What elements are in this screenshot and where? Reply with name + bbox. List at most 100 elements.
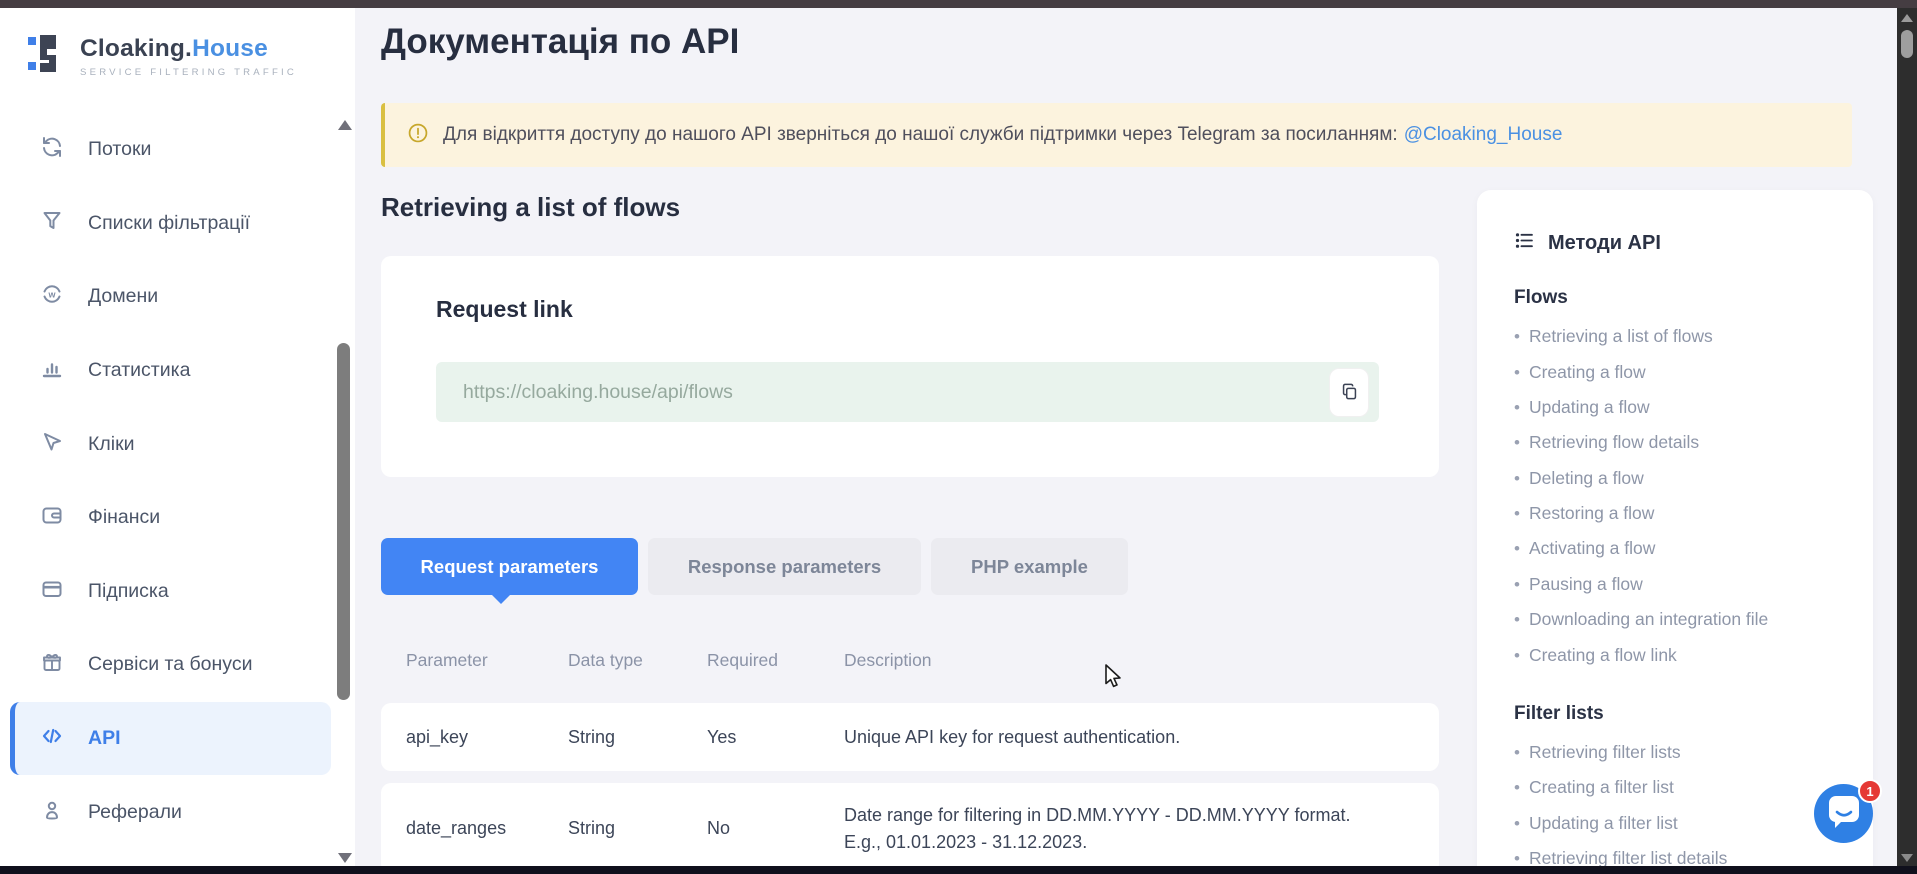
sidebar-item-subscription[interactable]: Підписка [10, 555, 331, 629]
page-scrollbar-thumb[interactable] [1901, 30, 1913, 58]
table-row: date_ranges String No Date range for fil… [381, 783, 1439, 874]
request-url: https://cloaking.house/api/flows [463, 381, 733, 404]
bullet: • [1514, 363, 1520, 383]
sidebar-item-domains[interactable]: w Домени [10, 260, 331, 334]
copy-icon [1340, 382, 1359, 404]
tab-php-example[interactable]: PHP example [931, 538, 1128, 595]
bullet: • [1514, 504, 1520, 524]
method-link[interactable]: •Downloading an integration file [1514, 602, 1853, 637]
gift-icon [40, 650, 64, 679]
sidebar-item-filter-lists[interactable]: Списки фільтрації [10, 187, 331, 261]
method-link[interactable]: •Creating a flow [1514, 354, 1853, 389]
wallet-icon [40, 503, 64, 532]
page-scrollbar[interactable] [1897, 8, 1917, 866]
sidebar-item-flows[interactable]: Потоки [10, 113, 331, 187]
col-required: Required [707, 650, 844, 671]
cell-data-type: String [568, 818, 707, 839]
table-header: Parameter Data type Required Description [381, 630, 1439, 690]
sidebar-nav: Потоки Списки фільтрації w Домени Статис… [0, 113, 355, 849]
bullet: • [1514, 778, 1520, 798]
sidebar-scrollbar-thumb[interactable] [337, 343, 350, 700]
method-link[interactable]: •Retrieving filter lists [1514, 735, 1853, 770]
bullet: • [1514, 575, 1520, 595]
credit-card-icon [40, 577, 64, 606]
svg-text:w: w [47, 290, 56, 300]
sidebar-item-label: Домени [88, 285, 158, 308]
bullet: • [1514, 610, 1520, 630]
sidebar-item-label: API [88, 727, 121, 750]
cursor-click-icon [40, 430, 64, 459]
chat-bubble-icon [1828, 795, 1860, 832]
app-window: Cloaking.House SERVICE FILTERING TRAFFIC… [0, 0, 1917, 874]
scroll-up-icon[interactable] [1901, 14, 1913, 22]
scroll-down-icon[interactable] [1901, 854, 1913, 862]
cell-parameter: api_key [406, 727, 568, 748]
method-link[interactable]: •Updating a flow [1514, 390, 1853, 425]
main-content: Документація по API Для відкриття доступ… [355, 8, 1897, 866]
method-link[interactable]: •Updating a filter list [1514, 806, 1853, 841]
methods-title: Методи API [1548, 232, 1661, 255]
bullet: • [1514, 539, 1520, 559]
logo-tagline: SERVICE FILTERING TRAFFIC [80, 67, 297, 78]
bullet: • [1514, 433, 1520, 453]
section-title: Retrieving a list of flows [381, 192, 680, 223]
bottom-edge [0, 866, 1917, 874]
cell-description: Date range for filtering in DD.MM.YYYY -… [844, 802, 1439, 854]
request-link-card: Request link https://cloaking.house/api/… [381, 256, 1439, 477]
warning-icon [407, 122, 429, 149]
code-icon [40, 724, 64, 753]
api-methods-panel: Методи API Flows •Retrieving a list of f… [1477, 190, 1873, 874]
bullet: • [1514, 646, 1520, 666]
logo-text: Cloaking.House SERVICE FILTERING TRAFFIC [80, 35, 297, 78]
table-row: api_key String Yes Unique API key for re… [381, 703, 1439, 771]
method-link[interactable]: •Retrieving a list of flows [1514, 319, 1853, 354]
method-link[interactable]: •Retrieving flow details [1514, 425, 1853, 460]
list-icon [1514, 230, 1535, 257]
cell-required: No [707, 818, 844, 839]
tab-response-parameters[interactable]: Response parameters [648, 538, 921, 595]
sidebar-item-finances[interactable]: Фінанси [10, 481, 331, 555]
globe-icon: w [40, 282, 64, 311]
sidebar-item-label: Статистика [88, 359, 190, 382]
cell-data-type: String [568, 727, 707, 748]
method-link[interactable]: •Pausing a flow [1514, 567, 1853, 602]
method-link[interactable]: •Creating a filter list [1514, 770, 1853, 805]
top-edge [0, 0, 1917, 8]
chat-unread-badge: 1 [1858, 779, 1882, 803]
sidebar-item-clicks[interactable]: Кліки [10, 407, 331, 481]
sidebar-item-services-bonuses[interactable]: Сервіси та бонуси [10, 628, 331, 702]
cell-description: Unique API key for request authenticatio… [844, 724, 1439, 750]
tab-request-parameters[interactable]: Request parameters [381, 538, 638, 595]
methods-section-flows: Flows [1514, 287, 1853, 309]
filter-lists-method-list: •Retrieving filter lists •Creating a fil… [1514, 735, 1853, 874]
copy-button[interactable] [1330, 369, 1368, 416]
bullet: • [1514, 469, 1520, 489]
telegram-link[interactable]: @Cloaking_House [1404, 124, 1563, 146]
bullet: • [1514, 327, 1520, 347]
sidebar-scroll-down-icon[interactable] [338, 853, 352, 863]
sidebar-item-label: Реферали [88, 801, 182, 824]
sidebar-item-referrals[interactable]: Реферали [10, 775, 331, 849]
notice-text: Для відкриття доступу до нашого API звер… [443, 124, 1398, 146]
cell-required: Yes [707, 727, 844, 748]
brand-blue: House [192, 35, 268, 62]
method-link[interactable]: •Creating a flow link [1514, 637, 1853, 672]
method-link[interactable]: •Activating a flow [1514, 531, 1853, 566]
sidebar-item-api[interactable]: API [10, 702, 331, 776]
sidebar-item-statistics[interactable]: Статистика [10, 334, 331, 408]
request-url-field[interactable]: https://cloaking.house/api/flows [436, 362, 1379, 422]
sidebar-item-label: Підписка [88, 580, 169, 603]
parameter-tabs: Request parameters Response parameters P… [381, 538, 1128, 595]
methods-section-filter-lists: Filter lists [1514, 703, 1853, 725]
user-icon [40, 798, 64, 827]
logo[interactable]: Cloaking.House SERVICE FILTERING TRAFFIC [27, 30, 297, 83]
method-link[interactable]: •Deleting a flow [1514, 461, 1853, 496]
api-access-notice: Для відкриття доступу до нашого API звер… [381, 103, 1852, 167]
sidebar-scroll-up-icon[interactable] [338, 120, 352, 130]
method-link[interactable]: •Restoring a flow [1514, 496, 1853, 531]
col-description: Description [844, 650, 1439, 671]
col-parameter: Parameter [406, 650, 568, 671]
col-data-type: Data type [568, 650, 707, 671]
sidebar-item-label: Списки фільтрації [88, 212, 250, 235]
sidebar-item-label: Потоки [88, 138, 151, 161]
